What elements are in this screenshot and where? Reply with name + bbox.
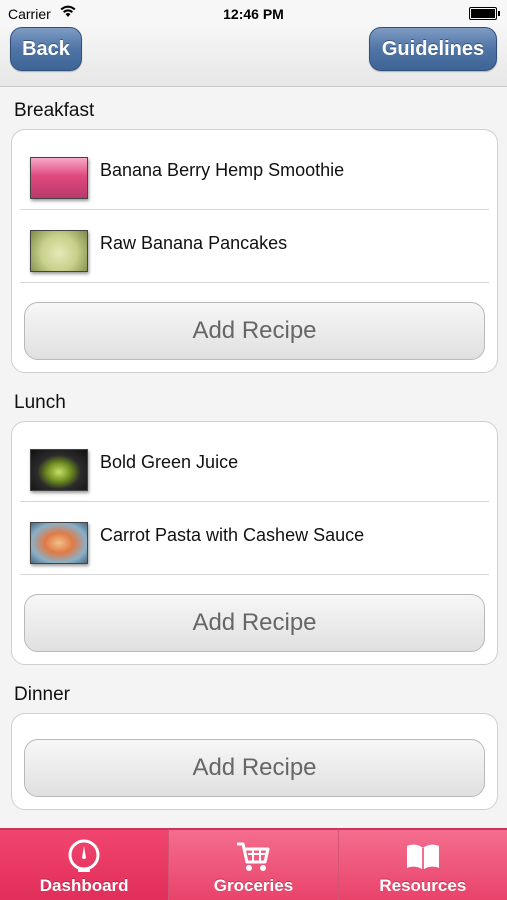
tab-dashboard[interactable]: Dashboard	[0, 828, 169, 900]
tab-label: Dashboard	[39, 876, 129, 895]
row-divider	[20, 282, 489, 283]
gauge-icon	[68, 839, 100, 872]
recipe-thumbnail	[30, 449, 88, 491]
battery-icon	[469, 7, 500, 20]
status-bar: Carrier 12:46 PM	[0, 0, 507, 26]
section-title-lunch: Lunch	[14, 392, 66, 413]
section-title-dinner: Dinner	[14, 684, 70, 705]
tab-label: Resources	[379, 876, 467, 895]
clock: 12:46 PM	[223, 6, 284, 22]
recipe-label: Bold Green Juice	[100, 452, 239, 472]
breakfast-card: Banana Berry Hemp Smoothie Raw Banana Pa…	[11, 129, 498, 373]
recipe-label: Banana Berry Hemp Smoothie	[100, 160, 345, 180]
add-recipe-button-lunch[interactable]: Add Recipe	[24, 594, 485, 652]
row-divider	[20, 574, 489, 575]
add-recipe-button-breakfast[interactable]: Add Recipe	[24, 302, 485, 360]
back-button[interactable]: Back	[10, 27, 82, 71]
tab-bar: Dashboard Groceries Resources	[0, 828, 507, 900]
guidelines-button[interactable]: Guidelines	[369, 27, 497, 71]
tab-groceries[interactable]: Groceries	[168, 828, 338, 900]
dinner-card: Add Recipe	[11, 713, 498, 810]
recipe-thumbnail	[30, 522, 88, 564]
navigation-bar: Back Guidelines	[0, 26, 507, 87]
section-title-breakfast: Breakfast	[14, 100, 95, 121]
lunch-card: Bold Green Juice Carrot Pasta with Cashe…	[11, 421, 498, 665]
recipe-label: Raw Banana Pancakes	[100, 233, 288, 253]
tab-resources[interactable]: Resources	[337, 828, 507, 900]
book-icon	[406, 844, 439, 870]
recipe-row[interactable]: Raw Banana Pancakes	[12, 210, 497, 283]
cart-icon	[237, 842, 270, 871]
add-recipe-button-dinner[interactable]: Add Recipe	[24, 739, 485, 797]
recipe-row[interactable]: Bold Green Juice	[12, 429, 497, 502]
recipe-thumbnail	[30, 230, 88, 272]
recipe-thumbnail	[30, 157, 88, 199]
recipe-row[interactable]: Banana Berry Hemp Smoothie	[12, 137, 497, 210]
tab-label: Groceries	[213, 876, 294, 895]
recipe-row[interactable]: Carrot Pasta with Cashew Sauce	[12, 502, 497, 575]
recipe-label: Carrot Pasta with Cashew Sauce	[100, 525, 365, 545]
